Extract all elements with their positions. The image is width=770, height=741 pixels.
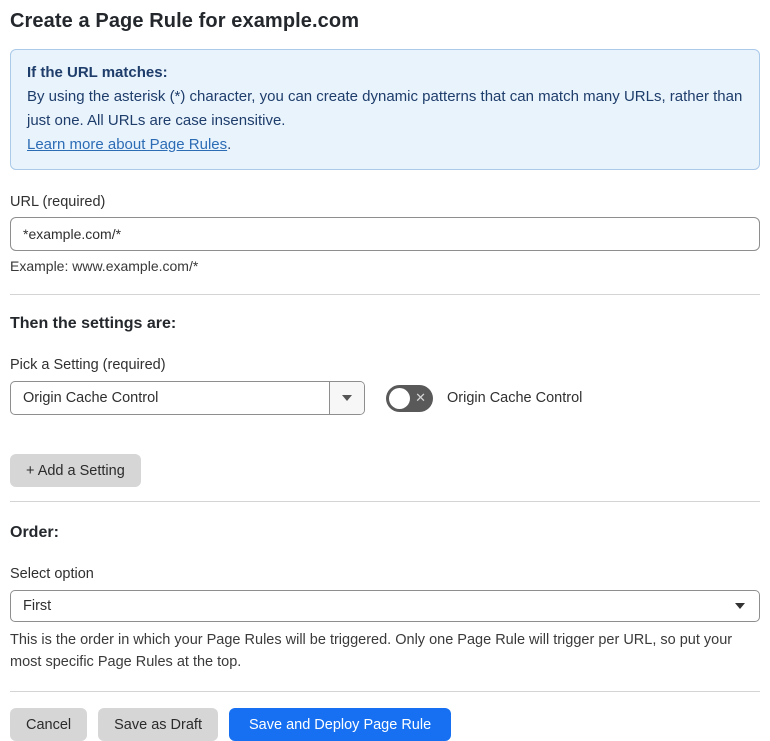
order-heading: Order: (10, 524, 59, 541)
toggle-label: Origin Cache Control (447, 390, 583, 406)
chevron-down-icon (342, 395, 352, 401)
save-and-deploy-button[interactable]: Save and Deploy Page Rule (228, 708, 452, 741)
toggle-knob (389, 387, 410, 409)
order-select[interactable]: First (10, 590, 760, 622)
x-icon: ✕ (415, 390, 426, 406)
banner-heading: If the URL matches: (27, 64, 168, 81)
pick-setting-label: Pick a Setting (required) (10, 357, 166, 373)
url-input[interactable] (10, 217, 760, 251)
page-rule-form: Create a Page Rule for example.com If th… (0, 0, 770, 741)
url-match-info-banner: If the URL matches: By using the asteris… (10, 49, 760, 170)
chevron-down-icon (735, 603, 745, 609)
origin-cache-control-toggle[interactable]: ✕ (386, 384, 433, 412)
order-select-value: First (23, 598, 52, 614)
divider (10, 294, 760, 295)
save-as-draft-button[interactable]: Save as Draft (98, 708, 218, 741)
banner-link-suffix: . (227, 136, 232, 153)
order-select-label: Select option (10, 566, 94, 582)
cancel-button[interactable]: Cancel (10, 708, 88, 741)
divider (10, 691, 760, 692)
banner-body: By using the asterisk (*) character, you… (27, 88, 743, 129)
footer-actions: Cancel Save as Draft Save and Deploy Pag… (10, 708, 760, 741)
url-example-helper: Example: www.example.com/* (10, 258, 199, 274)
learn-more-link[interactable]: Learn more about Page Rules (27, 136, 227, 153)
setting-select-arrow-button[interactable] (329, 382, 364, 414)
setting-row: Origin Cache Control ✕ Origin Cache Cont… (10, 381, 760, 415)
setting-select[interactable]: Origin Cache Control (10, 381, 365, 415)
add-setting-button[interactable]: + Add a Setting (10, 454, 141, 487)
setting-select-value: Origin Cache Control (23, 390, 159, 406)
page-title: Create a Page Rule for example.com (10, 10, 360, 32)
order-helper-text: This is the order in which your Page Rul… (10, 632, 733, 670)
banner-link-row: Learn more about Page Rules. (27, 133, 743, 157)
settings-heading: Then the settings are: (10, 315, 177, 332)
url-label: URL (required) (10, 194, 106, 210)
divider (10, 501, 760, 502)
